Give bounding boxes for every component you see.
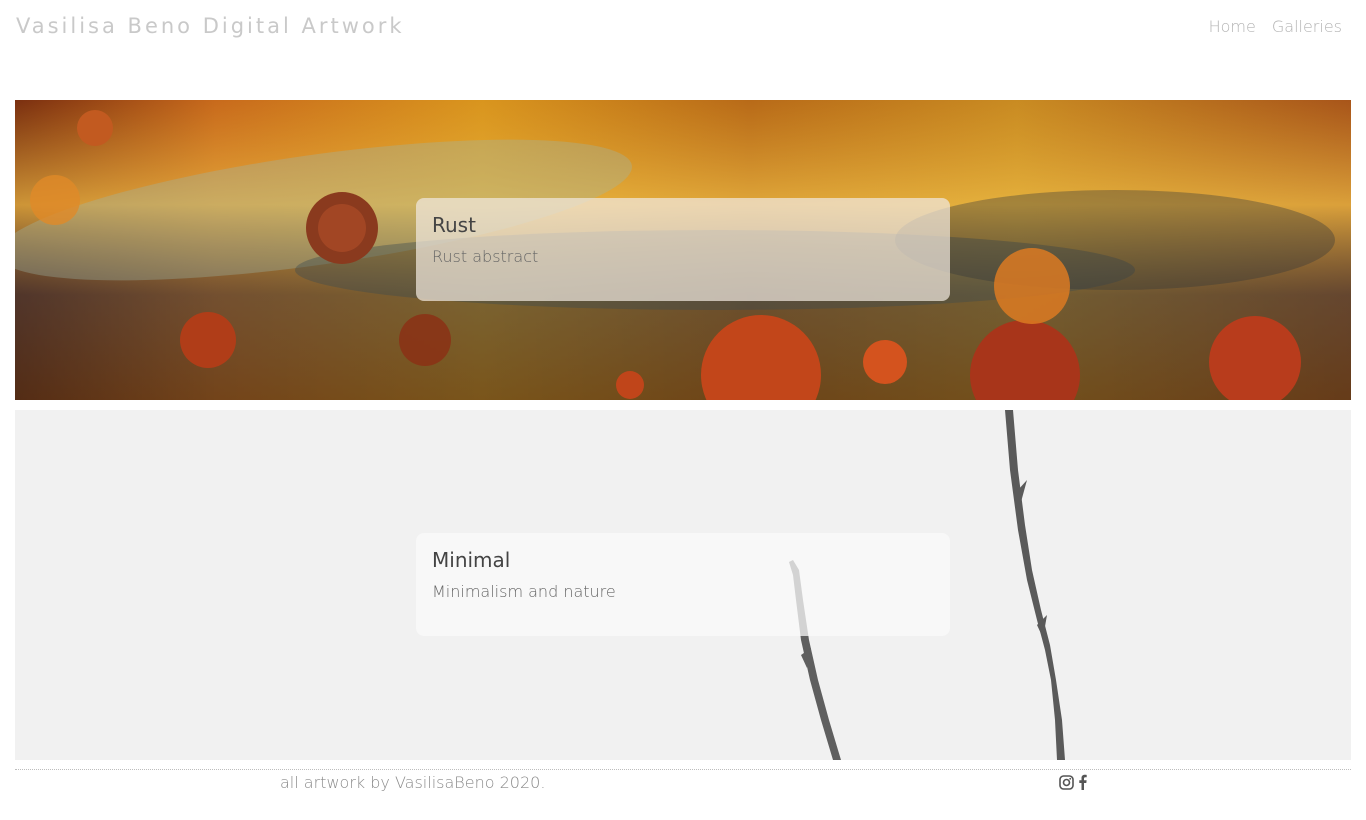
gallery-card-rust[interactable]: Rust Rust abstract	[15, 100, 1351, 400]
social-links	[1059, 774, 1087, 795]
gallery-subtitle: Minimalism and nature	[432, 582, 616, 601]
nav-galleries-link[interactable]: Galleries	[1272, 17, 1342, 36]
footer-credit: all artwork by VasilisaBeno 2020.	[280, 773, 546, 792]
gallery-card-minimal[interactable]: Minimal Minimalism and nature	[15, 410, 1351, 760]
site-title[interactable]: Vasilisa Beno Digital Artwork	[16, 14, 405, 38]
gallery-caption-minimal: Minimal Minimalism and nature	[416, 533, 950, 636]
gallery-subtitle: Rust abstract	[432, 247, 539, 266]
main-nav: Home Galleries	[1209, 17, 1342, 36]
gallery-caption-rust: Rust Rust abstract	[416, 198, 950, 301]
site-footer: all artwork by VasilisaBeno 2020.	[15, 769, 1351, 810]
instagram-icon[interactable]	[1059, 774, 1074, 795]
nav-home-link[interactable]: Home	[1209, 17, 1256, 36]
site-header: Vasilisa Beno Digital Artwork Home Galle…	[0, 0, 1366, 60]
gallery-title: Rust	[432, 213, 476, 237]
facebook-icon[interactable]	[1078, 774, 1087, 795]
gallery-title: Minimal	[432, 548, 511, 572]
